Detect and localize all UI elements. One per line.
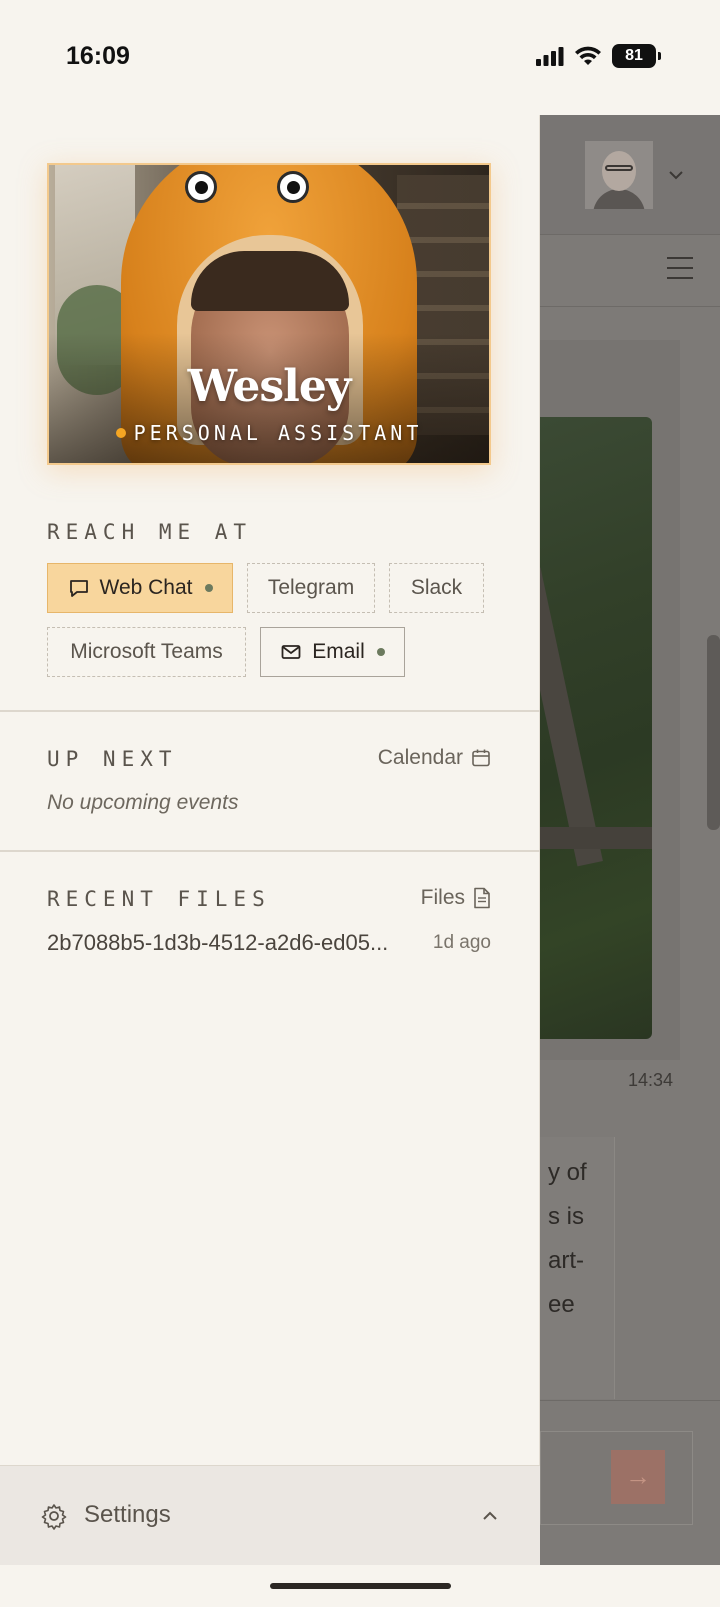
side-drawer: Wesley PERSONAL ASSISTANT REACH ME AT We… (0, 115, 540, 1565)
hamburger-menu-icon[interactable] (667, 257, 693, 279)
calendar-link-label: Calendar (377, 746, 463, 769)
settings-label: Settings (84, 1501, 171, 1528)
files-link[interactable]: Files (421, 886, 491, 910)
channel-label: Microsoft Teams (70, 640, 223, 663)
file-icon (474, 887, 490, 909)
message-fragment: s is (548, 1203, 584, 1230)
calendar-link[interactable]: Calendar (378, 746, 491, 770)
send-button[interactable]: → (611, 1450, 665, 1504)
recent-files-label: RECENT FILES (47, 887, 271, 911)
recent-file-name[interactable]: 2b7088b5-1d3b-4512-a2d6-ed05... (47, 930, 422, 956)
assistant-role: PERSONAL ASSISTANT (49, 421, 489, 445)
channel-web-chat[interactable]: Web Chat (47, 563, 233, 613)
gear-icon (41, 1504, 67, 1530)
calendar-icon (472, 749, 490, 767)
background-input-area: → (540, 1400, 720, 1565)
divider (0, 710, 540, 712)
status-time: 16:09 (66, 42, 130, 70)
background-chat-app: 14:34 y of s is art- ee → (540, 115, 720, 1565)
arrow-right-icon: → (625, 1461, 651, 1491)
online-dot (376, 648, 385, 656)
chevron-down-icon[interactable] (666, 165, 686, 185)
channel-label: Slack (410, 576, 463, 599)
files-link-label: Files (420, 886, 465, 909)
up-next-label: UP NEXT (47, 747, 178, 771)
background-message-bubble: y of s is art- ee (540, 1137, 615, 1399)
assistant-name: Wesley (187, 361, 352, 412)
channel-email[interactable]: Email (260, 627, 405, 677)
octopus-eye (277, 171, 309, 203)
online-dot (204, 584, 213, 592)
octopus-eye (185, 171, 217, 203)
recent-file-age: 1d ago (432, 932, 491, 953)
signal-icon (536, 47, 564, 66)
reach-me-label: REACH ME AT (47, 520, 253, 544)
channel-slack[interactable]: Slack (389, 563, 484, 613)
user-avatar[interactable] (585, 141, 653, 209)
mail-icon (281, 645, 301, 659)
divider (0, 850, 540, 852)
message-fragment: art- (548, 1247, 584, 1274)
status-bar: 16:09 81 (0, 0, 720, 115)
status-dot (115, 428, 126, 438)
background-subheader (540, 235, 720, 307)
channel-label: Email (312, 640, 365, 663)
chevron-up-icon[interactable] (480, 1506, 500, 1526)
status-icons: 81 (536, 44, 661, 68)
no-events-text: No upcoming events (47, 791, 239, 814)
channel-label: Web Chat (99, 576, 193, 599)
garden-photo[interactable] (540, 417, 652, 1039)
home-indicator[interactable] (270, 1583, 451, 1589)
channel-label: Telegram (267, 576, 355, 599)
channel-telegram[interactable]: Telegram (247, 563, 375, 613)
chat-bubble-icon (69, 580, 88, 597)
wifi-icon (575, 46, 601, 65)
scrollbar[interactable] (707, 635, 720, 830)
channel-microsoft-teams[interactable]: Microsoft Teams (47, 627, 246, 677)
settings-bar[interactable]: Settings (0, 1465, 540, 1565)
background-header (540, 115, 720, 235)
message-input[interactable]: → (540, 1431, 693, 1525)
home-indicator-area (0, 1565, 720, 1607)
message-fragment: ee (548, 1291, 575, 1318)
message-timestamp: 14:34 (628, 1070, 674, 1090)
message-fragment: y of (548, 1159, 587, 1186)
assistant-hero-card: Wesley PERSONAL ASSISTANT (47, 163, 491, 465)
battery-icon: 81 (612, 44, 661, 68)
